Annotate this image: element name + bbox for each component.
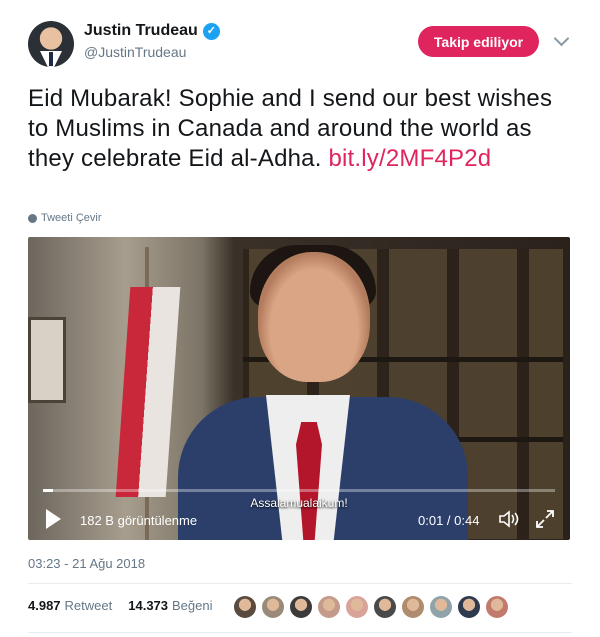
video-view-count: 182 B görüntülenme bbox=[80, 513, 198, 528]
author-avatar[interactable] bbox=[28, 21, 74, 67]
play-icon[interactable] bbox=[46, 509, 61, 529]
fullscreen-icon[interactable] bbox=[535, 509, 555, 529]
retweet-count[interactable]: 4.987 bbox=[28, 598, 61, 613]
divider bbox=[28, 583, 572, 584]
video-caption: Assalamualaikum! bbox=[250, 496, 348, 510]
liker-avatar[interactable] bbox=[374, 596, 396, 618]
following-button[interactable]: Takip ediliyor bbox=[418, 26, 539, 57]
liker-avatar[interactable] bbox=[402, 596, 424, 618]
retweet-label[interactable]: Retweet bbox=[65, 598, 113, 613]
video-scene-flag bbox=[115, 287, 181, 497]
globe-icon bbox=[28, 213, 37, 223]
tweet-text: Eid Mubarak! Sophie and I send our best … bbox=[28, 84, 573, 174]
verified-badge-icon: ✓ bbox=[202, 22, 220, 40]
liker-avatar[interactable] bbox=[430, 596, 452, 618]
video-person-head bbox=[258, 252, 370, 382]
liker-avatar[interactable] bbox=[290, 596, 312, 618]
liker-avatar[interactable] bbox=[458, 596, 480, 618]
video-progress-bar[interactable] bbox=[43, 489, 555, 492]
liker-avatar[interactable] bbox=[318, 596, 340, 618]
liker-avatar[interactable] bbox=[262, 596, 284, 618]
video-player[interactable]: Assalamualaikum! 182 B görüntülenme 0:01… bbox=[28, 237, 570, 540]
like-count[interactable]: 14.373 bbox=[128, 598, 168, 613]
video-progress-fill bbox=[43, 489, 54, 492]
liker-avatar[interactable] bbox=[486, 596, 508, 618]
like-label[interactable]: Beğeni bbox=[172, 598, 212, 613]
liker-avatars bbox=[234, 596, 508, 618]
video-time: 0:01 / 0:44 bbox=[418, 513, 480, 528]
tweet-link[interactable]: bit.ly/2MF4P2d bbox=[328, 145, 491, 172]
volume-icon[interactable] bbox=[498, 509, 520, 529]
author-name-row: Justin Trudeau ✓ bbox=[84, 22, 220, 40]
tweet-timestamp[interactable]: 03:23 - 21 Ağu 2018 bbox=[28, 556, 145, 571]
translate-tweet[interactable]: Tweeti Çevir bbox=[28, 212, 102, 224]
author-handle[interactable]: @JustinTrudeau bbox=[84, 44, 186, 60]
liker-avatar[interactable] bbox=[346, 596, 368, 618]
translate-label: Tweeti Çevir bbox=[41, 212, 102, 224]
author-display-name[interactable]: Justin Trudeau bbox=[84, 22, 198, 40]
chevron-down-icon[interactable] bbox=[553, 30, 570, 47]
tweet-stats: 4.987 Retweet 14.373 Beğeni bbox=[28, 598, 213, 613]
video-scene-frame bbox=[28, 317, 66, 403]
divider bbox=[28, 632, 572, 633]
liker-avatar[interactable] bbox=[234, 596, 256, 618]
